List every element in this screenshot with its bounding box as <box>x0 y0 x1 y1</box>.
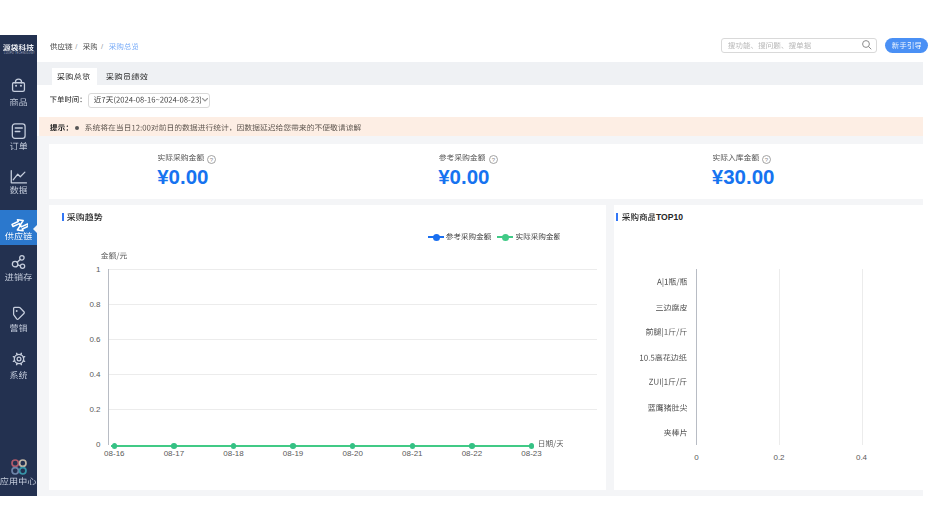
svg-text:?: ? <box>765 157 769 163</box>
svg-text:?: ? <box>210 157 214 163</box>
svg-text:?: ? <box>492 157 496 163</box>
